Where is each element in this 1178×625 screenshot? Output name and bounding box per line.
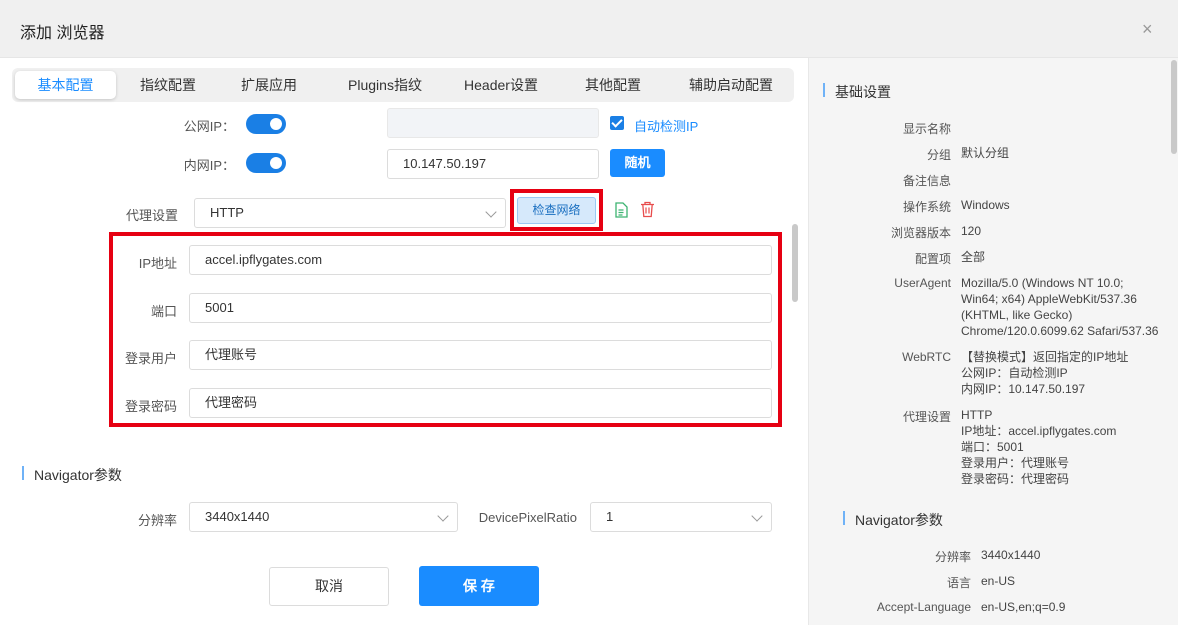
config-key: 配置项	[914, 252, 951, 266]
useragent-line: Mozilla/5.0 (Windows NT 10.0;	[961, 276, 1124, 290]
nav-resolution-value: 3440x1440	[981, 548, 1041, 562]
nav-accept-language-value: en-US,en;q=0.9	[981, 600, 1066, 614]
password-input[interactable]: 代理密码	[189, 388, 772, 418]
tab-other[interactable]: 其他配置	[570, 71, 656, 99]
cancel-button[interactable]: 取消	[269, 567, 389, 606]
nav-resolution-key: 分辨率	[934, 550, 971, 564]
useragent-line: Win64; x64) AppleWebKit/537.36	[961, 292, 1137, 306]
chevron-down-icon	[437, 510, 449, 522]
tab-plugins[interactable]: Plugins指纹	[332, 71, 438, 99]
proxy-label: 代理设置	[125, 208, 178, 223]
display-name-key: 显示名称	[902, 122, 951, 136]
nav-section-title: Navigator参数	[855, 512, 943, 528]
private-ip-toggle[interactable]	[246, 153, 286, 173]
proxy-line: IP地址：accel.ipflygates.com	[961, 424, 1117, 438]
note-key: 备注信息	[902, 174, 951, 188]
password-label: 登录密码	[124, 399, 177, 414]
webrtc-value: 【替换模式】返回指定的IP地址 公网IP：自动检测IP 内网IP：10.147.…	[961, 349, 1128, 397]
summary-panel: 基础设置 显示名称 分组 默认分组 备注信息 操作系统 Windows 浏览器版…	[808, 58, 1178, 625]
proxy-line: HTTP	[961, 408, 993, 422]
tab-fingerprint[interactable]: 指纹配置	[125, 71, 211, 99]
form-panel: 基本配置 指纹配置 扩展应用 Plugins指纹 Header设置 其他配置 辅…	[0, 58, 808, 625]
webrtc-key: WebRTC	[902, 350, 951, 364]
navigator-section-bar	[22, 466, 24, 480]
tab-extensions[interactable]: 扩展应用	[226, 71, 312, 99]
summary-scrollbar[interactable]	[1171, 60, 1177, 154]
dpr-label: DevicePixelRatio	[478, 510, 577, 525]
resolution-select[interactable]: 3440x1440	[189, 502, 458, 532]
resolution-value: 3440x1440	[205, 509, 270, 524]
webrtc-line: 【替换模式】返回指定的IP地址	[961, 350, 1129, 364]
nav-accept-language-key: Accept-Language	[876, 600, 971, 614]
proxy-value: HTTP IP地址：accel.ipflygates.com 端口：5001 登…	[961, 407, 1116, 487]
check-network-button[interactable]: 检查网络	[517, 197, 596, 224]
browser-version-key: 浏览器版本	[890, 226, 951, 240]
nav-section-bar	[843, 511, 845, 525]
auto-detect-checkbox[interactable]	[610, 116, 624, 130]
basic-section-bar	[823, 83, 825, 97]
os-value: Windows	[961, 198, 1010, 212]
save-button[interactable]: 保 存	[419, 566, 539, 606]
nav-language-value: en-US	[981, 574, 1016, 588]
useragent-key: UserAgent	[894, 276, 951, 290]
proxy-line: 端口：5001	[961, 440, 1024, 454]
chevron-down-icon	[751, 510, 763, 522]
close-icon[interactable]: ×	[1142, 20, 1153, 38]
browser-version-value: 120	[961, 224, 982, 238]
group-value: 默认分组	[961, 146, 1010, 160]
ip-input[interactable]: accel.ipflygates.com	[189, 245, 772, 275]
public-ip-toggle[interactable]	[246, 114, 286, 134]
useragent-line: Chrome/120.0.6099.62 Safari/537.36	[961, 324, 1159, 338]
nav-language-key: 语言	[946, 576, 971, 590]
config-value: 全部	[961, 250, 986, 264]
useragent-line: (KHTML, like Gecko)	[961, 308, 1073, 322]
proxy-line: 登录密码：代理密码	[961, 472, 1070, 486]
proxy-type-value: HTTP	[210, 205, 244, 220]
document-icon[interactable]	[614, 202, 628, 218]
proxy-line: 登录用户：代理账号	[961, 456, 1070, 470]
navigator-section-title: Navigator参数	[34, 467, 122, 483]
private-ip-label: 内网IP：	[183, 158, 235, 173]
port-input[interactable]: 5001	[189, 293, 772, 323]
resolution-label: 分辨率	[137, 513, 177, 528]
title-bar: 添加 浏览器 ×	[0, 0, 1178, 58]
tab-startup[interactable]: 辅助启动配置	[676, 71, 786, 99]
random-button[interactable]: 随机	[610, 149, 665, 177]
useragent-value: Mozilla/5.0 (Windows NT 10.0; Win64; x64…	[961, 275, 1158, 339]
public-ip-label: 公网IP：	[183, 119, 235, 134]
dpr-value: 1	[606, 509, 614, 524]
username-input[interactable]: 代理账号	[189, 340, 772, 370]
tab-header[interactable]: Header设置	[452, 71, 550, 99]
tab-basic[interactable]: 基本配置	[15, 71, 116, 99]
auto-detect-label[interactable]: 自动检测IP	[634, 116, 698, 135]
username-label: 登录用户	[124, 351, 177, 366]
tab-bar: 基本配置 指纹配置 扩展应用 Plugins指纹 Header设置 其他配置 辅…	[12, 68, 794, 102]
webrtc-line: 公网IP：自动检测IP	[961, 366, 1068, 380]
ip-label: IP地址	[138, 256, 177, 271]
webrtc-line: 内网IP：10.147.50.197	[961, 382, 1086, 396]
proxy-type-select[interactable]: HTTP	[194, 198, 506, 228]
form-scrollbar[interactable]	[792, 224, 798, 302]
dialog-title: 添加 浏览器	[20, 25, 105, 42]
delete-icon[interactable]	[640, 201, 655, 218]
os-key: 操作系统	[902, 200, 951, 214]
proxy-key: 代理设置	[902, 410, 951, 424]
public-ip-input[interactable]	[387, 108, 599, 138]
chevron-down-icon	[485, 206, 497, 218]
group-key: 分组	[926, 148, 951, 162]
private-ip-input[interactable]: 10.147.50.197	[387, 149, 599, 179]
dpr-select[interactable]: 1	[590, 502, 772, 532]
basic-section-title: 基础设置	[835, 84, 891, 100]
port-label: 端口	[150, 304, 177, 319]
